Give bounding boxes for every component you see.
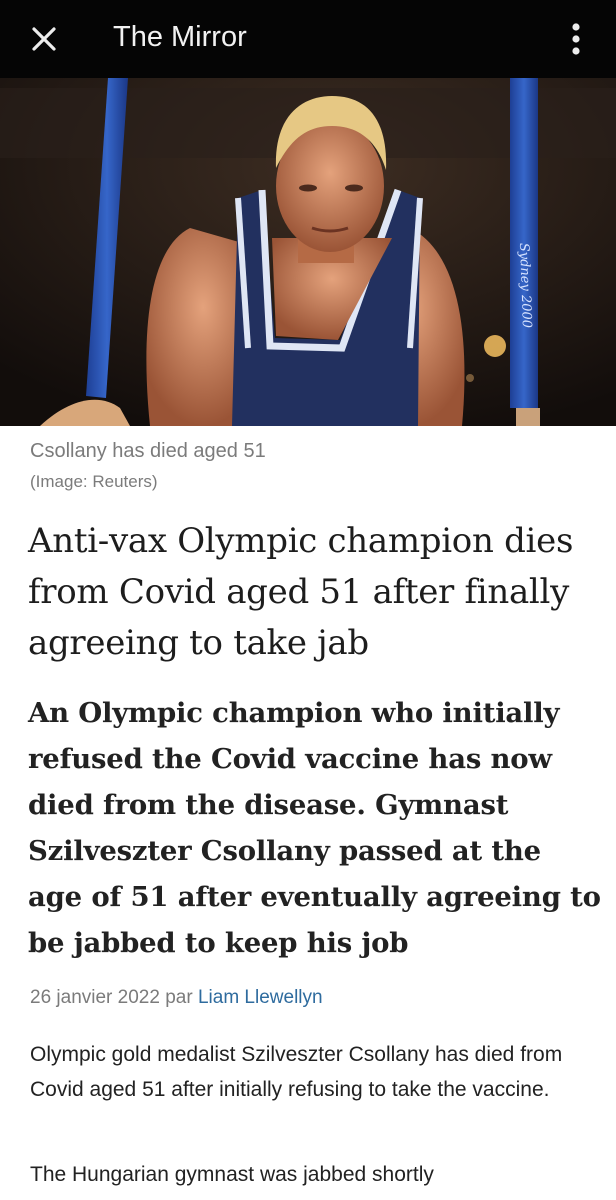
close-icon — [32, 27, 56, 51]
app-bar: The Mirror — [0, 0, 616, 78]
hero-image: Sydney 2000 — [0, 78, 616, 426]
article-headline: Anti-vax Olympic champion dies from Covi… — [28, 521, 574, 663]
strap-text: Sydney 2000 — [516, 243, 534, 329]
caption-credit: (Image: Reuters) — [30, 472, 158, 491]
close-button[interactable] — [26, 21, 62, 57]
caption-text: Csollany has died aged 51 — [30, 440, 266, 462]
article-paragraph: The Hungarian gymnast was jabbed shortly — [30, 1163, 434, 1186]
author-link[interactable]: Liam Llewellyn — [198, 987, 323, 1008]
gymnast-photo: Sydney 2000 — [0, 78, 616, 426]
app-bar-title: The Mirror — [113, 21, 247, 53]
article-paragraph: Olympic gold medalist Szilveszter Csolla… — [30, 1043, 563, 1101]
image-caption: Csollany has died aged 51 (Image: Reuter… — [30, 437, 590, 495]
byline-by: par — [165, 987, 193, 1008]
more-options-button[interactable] — [560, 18, 592, 60]
article-standfirst: An Olympic champion who initially refuse… — [28, 697, 601, 959]
more-vert-icon — [572, 23, 580, 55]
byline: 26 janvier 2022 par Liam Llewellyn — [30, 985, 323, 1011]
publish-date: 26 janvier 2022 — [30, 987, 160, 1008]
